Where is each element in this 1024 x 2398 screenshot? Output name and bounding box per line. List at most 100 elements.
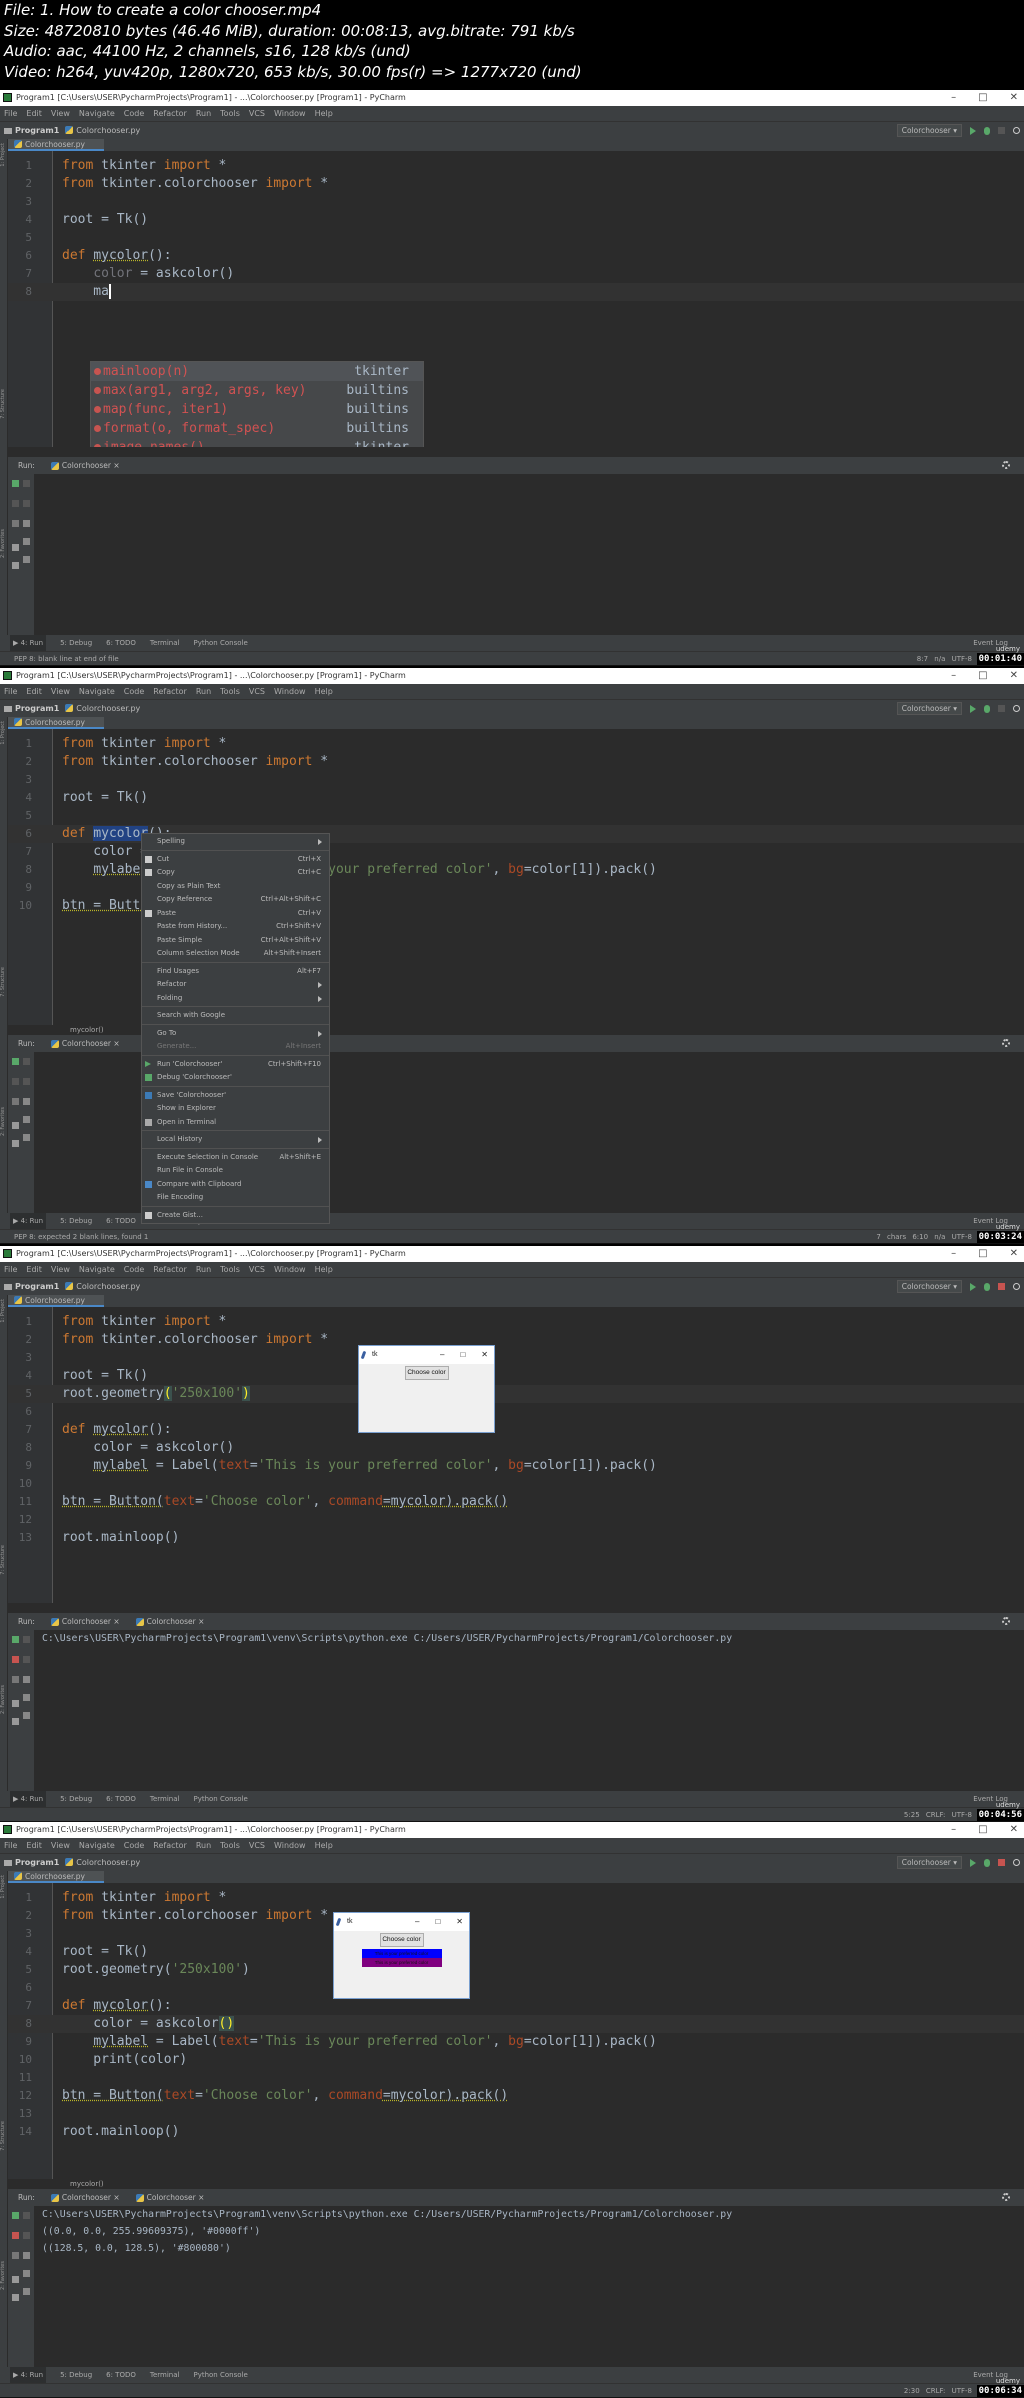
autocomplete-item[interactable]: mainloop(n) tkinter — [91, 362, 423, 381]
code-line[interactable]: 5 — [8, 807, 1024, 825]
tool-window-terminal[interactable]: Terminal — [150, 1791, 180, 1807]
run-icon[interactable] — [970, 1859, 976, 1867]
menu-item-find-usages[interactable]: Find Usages Alt+F7 — [142, 965, 329, 979]
breadcrumb-project[interactable]: Program1 — [15, 704, 59, 713]
code-line[interactable]: 12 — [8, 1511, 1024, 1529]
breadcrumb-project[interactable]: Program1 — [15, 1858, 59, 1867]
tool-window-run[interactable]: ▶ 4: Run — [10, 1791, 46, 1807]
breadcrumb-project[interactable]: Program1 — [15, 1282, 59, 1291]
code-line[interactable]: 8 color = askcolor() — [8, 2015, 1024, 2033]
tool-window-debug[interactable]: 5: Debug — [60, 635, 92, 651]
stop-icon[interactable] — [998, 705, 1005, 712]
down-icon[interactable] — [23, 1656, 30, 1663]
soft-wrap-icon[interactable] — [23, 1676, 30, 1683]
menu-window[interactable]: Window — [274, 684, 306, 699]
search-icon[interactable] — [1013, 705, 1020, 712]
code-line[interactable]: 4 root = Tk() — [8, 211, 1024, 229]
rerun-icon[interactable] — [12, 2212, 19, 2219]
scroll-end-icon[interactable] — [23, 538, 30, 545]
project-tool-label[interactable]: 1: Project — [0, 1875, 8, 1899]
up-icon[interactable] — [23, 1636, 30, 1643]
code-line[interactable]: 9 mylabel = Label(text='This is your pre… — [8, 2033, 1024, 2051]
menu-help[interactable]: Help — [315, 1838, 333, 1853]
rerun-icon[interactable] — [12, 1058, 19, 1065]
pause-icon[interactable] — [12, 2252, 19, 2259]
maximize-button[interactable]: □ — [978, 1246, 987, 1262]
menu-item-create-gist[interactable]: Create Gist... — [142, 1209, 329, 1223]
code-line[interactable]: 10 — [8, 1475, 1024, 1493]
breadcrumb-file[interactable]: Colorchooser.py — [76, 1858, 140, 1867]
code-line[interactable]: 2 from tkinter.colorchooser import * — [8, 1907, 1024, 1925]
favorites-tool-label[interactable]: 2: Favorites — [0, 529, 8, 558]
rerun-icon[interactable] — [12, 480, 19, 487]
stop-icon[interactable] — [12, 1078, 19, 1085]
menu-item-debug-colorchooser[interactable]: Debug 'Colorchooser' — [142, 1071, 329, 1085]
tab-colorchooser[interactable]: Colorchooser.py — [8, 717, 104, 729]
menu-view[interactable]: View — [51, 684, 70, 699]
menu-help[interactable]: Help — [315, 106, 333, 121]
tool-window-todo[interactable]: 6: TODO — [106, 635, 136, 651]
code-line[interactable]: 4 root = Tk() — [8, 1943, 1024, 1961]
pause-icon[interactable] — [12, 1676, 19, 1683]
code-line[interactable]: 8 color = askcolor() — [8, 1439, 1024, 1457]
tool-window-terminal[interactable]: Terminal — [150, 635, 180, 651]
soft-wrap-icon[interactable] — [23, 2252, 30, 2259]
menu-item-paste-simple[interactable]: Paste Simple Ctrl+Alt+Shift+V — [142, 934, 329, 948]
code-breadcrumb[interactable] — [8, 1603, 1024, 1613]
run-tab[interactable]: Colorchooser × — [45, 457, 120, 474]
code-editor[interactable]: 1 from tkinter import * 2 from tkinter.colo… — [8, 151, 1024, 447]
tool-window-debug[interactable]: 5: Debug — [60, 1791, 92, 1807]
menu-code[interactable]: Code — [124, 106, 144, 121]
search-icon[interactable] — [1013, 1283, 1020, 1290]
menu-run[interactable]: Run — [196, 1838, 211, 1853]
down-icon[interactable] — [23, 1078, 30, 1085]
run-tab[interactable]: Colorchooser × — [130, 2189, 205, 2206]
tk-minimize-button[interactable]: – — [415, 1913, 419, 1931]
tk-maximize-button[interactable]: □ — [435, 1913, 440, 1931]
menu-refactor[interactable]: Refactor — [153, 1262, 187, 1277]
structure-tool-label[interactable]: 7: Structure — [0, 967, 8, 997]
code-line[interactable]: 2 from tkinter.colorchooser import * — [8, 753, 1024, 771]
close-button[interactable]: ✕ — [1010, 1246, 1018, 1262]
tool-window-debug[interactable]: 5: Debug — [60, 2367, 92, 2383]
menu-help[interactable]: Help — [315, 684, 333, 699]
favorites-tool-label[interactable]: 2: Favorites — [0, 2261, 8, 2290]
code-editor[interactable]: 1 from tkinter import * 2 from tkinter.colo… — [8, 1307, 1024, 1603]
menu-item-run-colorchooser[interactable]: Run 'Colorchooser' Ctrl+Shift+F10 — [142, 1058, 329, 1072]
menu-item-copy[interactable]: Copy Ctrl+C — [142, 866, 329, 880]
menu-navigate[interactable]: Navigate — [79, 684, 115, 699]
down-icon[interactable] — [23, 500, 30, 507]
layout-icon[interactable] — [12, 1700, 19, 1707]
menu-item-go-to[interactable]: Go To — [142, 1027, 329, 1041]
menu-file[interactable]: File — [4, 1838, 17, 1853]
down-icon[interactable] — [23, 2232, 30, 2239]
code-editor[interactable]: 1 from tkinter import * 2 from tkinter.colo… — [8, 1883, 1024, 2179]
code-line[interactable]: 8 ma — [8, 283, 1024, 301]
menu-tools[interactable]: Tools — [220, 106, 240, 121]
menu-file[interactable]: File — [4, 1262, 17, 1277]
menu-item-copy-reference[interactable]: Copy Reference Ctrl+Alt+Shift+C — [142, 893, 329, 907]
menu-item-local-history[interactable]: Local History — [142, 1133, 329, 1147]
minimize-button[interactable]: – — [951, 1822, 956, 1838]
maximize-button[interactable]: □ — [978, 90, 987, 106]
menu-refactor[interactable]: Refactor — [153, 1838, 187, 1853]
tool-window-python-console[interactable]: Python Console — [193, 2367, 247, 2383]
settings-gear-icon[interactable] — [1002, 1617, 1010, 1625]
tk-minimize-button[interactable]: – — [440, 1346, 444, 1364]
breadcrumb-file[interactable]: Colorchooser.py — [76, 704, 140, 713]
settings-gear-icon[interactable] — [1002, 1039, 1010, 1047]
menu-edit[interactable]: Edit — [26, 106, 42, 121]
structure-tool-label[interactable]: 7: Structure — [0, 2121, 8, 2151]
menu-view[interactable]: View — [51, 106, 70, 121]
menu-navigate[interactable]: Navigate — [79, 1262, 115, 1277]
stop-icon[interactable] — [12, 2232, 19, 2239]
menu-code[interactable]: Code — [124, 684, 144, 699]
run-tab[interactable]: Colorchooser × — [45, 1613, 120, 1630]
layout-icon[interactable] — [12, 2276, 19, 2283]
menu-vcs[interactable]: VCS — [249, 106, 265, 121]
menu-tools[interactable]: Tools — [220, 1262, 240, 1277]
settings-gear-icon[interactable] — [1002, 2193, 1010, 2201]
menu-edit[interactable]: Edit — [26, 1838, 42, 1853]
menu-run[interactable]: Run — [196, 1262, 211, 1277]
up-icon[interactable] — [23, 2212, 30, 2219]
